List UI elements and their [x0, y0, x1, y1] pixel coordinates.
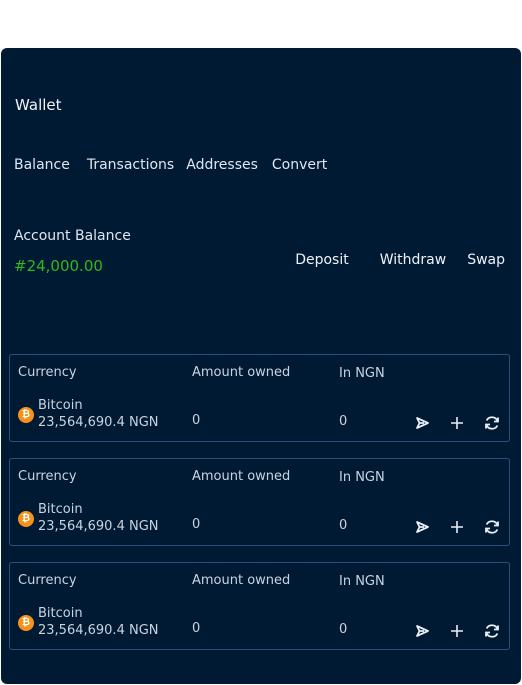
coin-rate: 23,564,690.4 NGN — [38, 519, 159, 534]
coin-name: Bitcoin — [38, 398, 83, 413]
plus-icon[interactable] — [448, 622, 466, 640]
wallet-tabs: Balance Transactions Addresses Convert — [14, 157, 344, 173]
in-ngn-header: In NGN — [339, 470, 385, 485]
withdraw-button[interactable]: Withdraw — [380, 252, 446, 268]
refresh-icon[interactable] — [483, 518, 501, 536]
deposit-button[interactable]: Deposit — [295, 252, 349, 268]
tab-addresses[interactable]: Addresses — [186, 157, 258, 173]
bitcoin-icon: ₿ — [18, 511, 34, 527]
currency-card: Currency Amount owned In NGN ₿ Bitcoin 2… — [9, 562, 510, 650]
refresh-icon[interactable] — [483, 622, 501, 640]
send-icon[interactable] — [413, 622, 431, 640]
wallet-actions: Deposit Withdraw Swap — [295, 252, 505, 268]
tab-balance[interactable]: Balance — [14, 157, 70, 173]
amount-owned-header: Amount owned — [192, 573, 291, 588]
account-balance-label: Account Balance — [14, 228, 131, 244]
currency-header: Currency — [18, 573, 77, 588]
plus-icon[interactable] — [448, 518, 466, 536]
currency-card: Currency Amount owned In NGN ₿ Bitcoin 2… — [9, 458, 510, 546]
amount-owned-value: 0 — [192, 621, 201, 636]
amount-owned-value: 0 — [192, 413, 201, 428]
currency-card: Currency Amount owned In NGN ₿ Bitcoin 2… — [9, 354, 510, 442]
send-icon[interactable] — [413, 414, 431, 432]
plus-icon[interactable] — [448, 414, 466, 432]
bitcoin-icon: ₿ — [18, 407, 34, 423]
amount-owned-header: Amount owned — [192, 365, 291, 380]
wallet-title: Wallet — [15, 96, 62, 114]
account-balance-value: #24,000.00 — [14, 257, 103, 275]
coin-rate: 23,564,690.4 NGN — [38, 623, 159, 638]
coin-name: Bitcoin — [38, 606, 83, 621]
in-ngn-header: In NGN — [339, 574, 385, 589]
in-ngn-value: 0 — [339, 414, 348, 429]
in-ngn-value: 0 — [339, 622, 348, 637]
amount-owned-value: 0 — [192, 517, 201, 532]
currency-header: Currency — [18, 469, 77, 484]
currency-header: Currency — [18, 365, 77, 380]
swap-button[interactable]: Swap — [467, 252, 505, 268]
tab-convert[interactable]: Convert — [272, 157, 327, 173]
in-ngn-header: In NGN — [339, 366, 385, 381]
send-icon[interactable] — [413, 518, 431, 536]
tab-transactions[interactable]: Transactions — [87, 157, 174, 173]
in-ngn-value: 0 — [339, 518, 348, 533]
amount-owned-header: Amount owned — [192, 469, 291, 484]
coin-rate: 23,564,690.4 NGN — [38, 415, 159, 430]
coin-name: Bitcoin — [38, 502, 83, 517]
refresh-icon[interactable] — [483, 414, 501, 432]
bitcoin-icon: ₿ — [18, 615, 34, 631]
